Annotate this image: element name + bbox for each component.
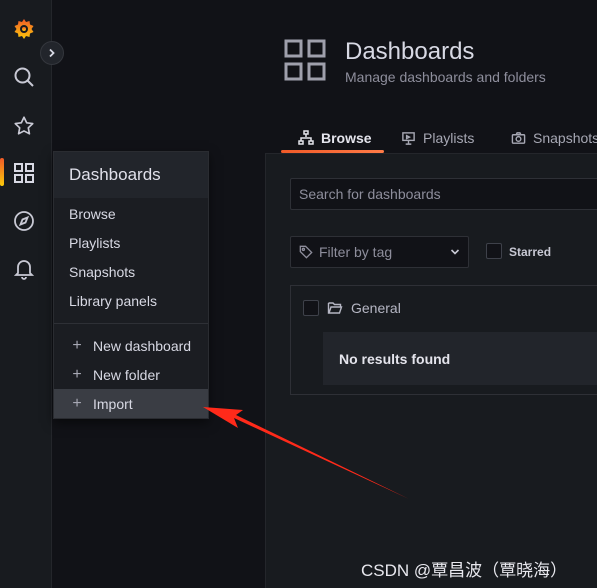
watermark: CSDN @覃昌波（覃晓海）	[361, 561, 568, 580]
tab-label: Browse	[321, 130, 372, 146]
empty-results-message: No results found	[323, 332, 597, 385]
starred-label: Starred	[509, 245, 552, 259]
plus-icon: +	[72, 394, 82, 412]
tab-label: Playlists	[423, 130, 475, 146]
tab-label: Snapshots	[533, 130, 597, 146]
star-icon[interactable]	[0, 106, 48, 146]
tag-filter-select[interactable]: Filter by tag	[290, 236, 469, 268]
filter-placeholder: Filter by tag	[319, 244, 393, 260]
menu-item-import[interactable]: + Import	[54, 389, 208, 418]
sidebar	[0, 0, 52, 588]
tag-icon	[299, 245, 313, 259]
page-subtitle: Manage dashboards and folders	[345, 69, 546, 85]
alerting-bell-icon[interactable]	[0, 249, 48, 289]
apps-icon[interactable]	[0, 153, 48, 193]
grafana-app: Dashboards Manage dashboards and folders…	[0, 0, 597, 588]
menu-item-label: New dashboard	[93, 337, 192, 354]
chevron-right-icon	[49, 48, 55, 58]
page-title: Dashboards	[345, 38, 475, 65]
dashboards-grid-icon	[284, 39, 326, 86]
menu-item-new-folder[interactable]: + New folder	[54, 360, 208, 389]
tab-snapshots[interactable]: Snapshots	[511, 126, 597, 150]
search-icon[interactable]	[0, 57, 48, 97]
explore-icon[interactable]	[0, 201, 48, 241]
presentation-icon	[402, 131, 415, 145]
folder-open-icon	[327, 300, 343, 321]
menu-title[interactable]: Dashboards	[54, 152, 208, 198]
menu-item-new-dashboard[interactable]: + New dashboard	[54, 331, 208, 360]
tab-browse[interactable]: Browse	[298, 126, 372, 150]
folder-name[interactable]: General	[351, 300, 401, 316]
tab-playlists[interactable]: Playlists	[401, 126, 474, 150]
menu-divider	[54, 323, 208, 324]
starred-checkbox[interactable]	[486, 243, 502, 259]
sitemap-icon	[298, 130, 314, 145]
menu-item-library-panels[interactable]: Library panels	[54, 286, 208, 315]
folder-select-checkbox[interactable]	[303, 300, 319, 316]
menu-item-browse[interactable]: Browse	[54, 199, 208, 228]
grafana-logo[interactable]	[0, 9, 48, 49]
menu-item-playlists[interactable]: Playlists	[54, 228, 208, 257]
menu-item-label: New folder	[93, 366, 160, 383]
sidebar-expand-button[interactable]	[40, 41, 64, 65]
camera-icon	[511, 131, 526, 144]
plus-icon: +	[72, 365, 82, 383]
search-input[interactable]: Search for dashboards	[290, 178, 597, 210]
chevron-down-icon	[450, 249, 460, 255]
menu-item-label: Import	[93, 395, 133, 412]
dashboards-menu: Dashboards Browse Playlists Snapshots Li…	[53, 151, 209, 419]
plus-icon: +	[72, 336, 82, 354]
menu-item-snapshots[interactable]: Snapshots	[54, 257, 208, 286]
